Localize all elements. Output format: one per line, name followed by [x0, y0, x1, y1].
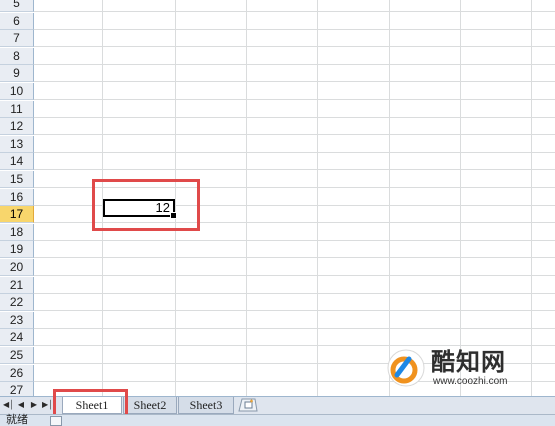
row-header[interactable]: 9 [0, 65, 34, 83]
row-header[interactable]: 16 [0, 188, 34, 206]
insert-worksheet-icon[interactable] [238, 398, 258, 412]
sheet-tab-sheet3[interactable]: Sheet3 [178, 397, 234, 414]
prev-sheet-icon[interactable]: ◀ [16, 399, 26, 411]
grid-row[interactable]: 20 [0, 259, 555, 276]
grid-row[interactable]: 21 [0, 276, 555, 294]
row-header[interactable]: 14 [0, 153, 34, 171]
grid-row[interactable]: 23 [0, 311, 555, 329]
row-header[interactable]: 22 [0, 294, 34, 312]
row-header[interactable]: 6 [0, 12, 34, 30]
grid-row[interactable]: 6 [0, 12, 555, 30]
row-header[interactable]: 5 [0, 0, 34, 12]
row-header[interactable]: 13 [0, 135, 34, 153]
grid-row[interactable]: 7 [0, 30, 555, 48]
column-gridline [246, 0, 247, 396]
grid-row[interactable]: 10 [0, 83, 555, 100]
row-header[interactable]: 8 [0, 47, 34, 65]
grid-row[interactable]: 14 [0, 153, 555, 171]
status-bar: 就绪 [0, 414, 555, 426]
grid-row[interactable]: 12 [0, 118, 555, 136]
row-header[interactable]: 26 [0, 364, 34, 382]
column-gridline [317, 0, 318, 396]
grid-row[interactable]: 16 [0, 188, 555, 206]
watermark-url: www.coozhi.com [433, 376, 508, 387]
row-header[interactable]: 11 [0, 100, 34, 118]
row-header[interactable]: 21 [0, 276, 34, 294]
row-header[interactable]: 12 [0, 118, 34, 136]
coozhi-logo-icon [387, 349, 425, 387]
grid-row[interactable]: 24 [0, 329, 555, 347]
worksheet-grid[interactable]: 5 6 7 8 9 10 11 12 13 14 15 16 17 18 19 20 21 22 23 24 25 26 2… [0, 0, 555, 396]
row-header[interactable]: 27 [0, 382, 34, 396]
grid-row[interactable]: 15 [0, 171, 555, 188]
macro-record-icon[interactable] [50, 416, 62, 426]
row-header[interactable]: 7 [0, 30, 34, 48]
grid-row[interactable]: 11 [0, 100, 555, 118]
sheet-tab-sheet2[interactable]: Sheet2 [123, 397, 177, 414]
column-gridline [531, 0, 532, 396]
row-header[interactable]: 25 [0, 347, 34, 364]
column-gridline [389, 0, 390, 396]
grid-row[interactable]: 8 [0, 47, 555, 65]
row-header[interactable]: 20 [0, 259, 34, 276]
grid-row[interactable]: 17 [0, 206, 555, 224]
grid-row[interactable]: 13 [0, 135, 555, 153]
last-sheet-icon[interactable]: ▶│ [42, 399, 53, 411]
next-sheet-icon[interactable]: ▶ [29, 399, 39, 411]
grid-row[interactable]: 19 [0, 241, 555, 259]
cell-highlight-annotation [92, 179, 200, 231]
grid-row[interactable]: 22 [0, 294, 555, 312]
watermark-title: 酷知网 [431, 348, 506, 376]
row-header[interactable]: 23 [0, 311, 34, 329]
row-header[interactable]: 18 [0, 223, 34, 241]
row-header[interactable]: 19 [0, 241, 34, 259]
first-sheet-icon[interactable]: ◀│ [3, 399, 14, 411]
row-header[interactable]: 15 [0, 171, 34, 188]
watermark: 酷知网 www.coozhi.com [383, 345, 533, 395]
row-header[interactable]: 10 [0, 83, 34, 100]
row-header[interactable]: 24 [0, 329, 34, 347]
row-header[interactable]: 17 [0, 206, 34, 224]
status-text: 就绪 [6, 414, 28, 426]
grid-row[interactable]: 9 [0, 65, 555, 83]
grid-row[interactable]: 18 [0, 223, 555, 241]
column-gridline [460, 0, 461, 396]
grid-row[interactable]: 5 [0, 0, 555, 12]
